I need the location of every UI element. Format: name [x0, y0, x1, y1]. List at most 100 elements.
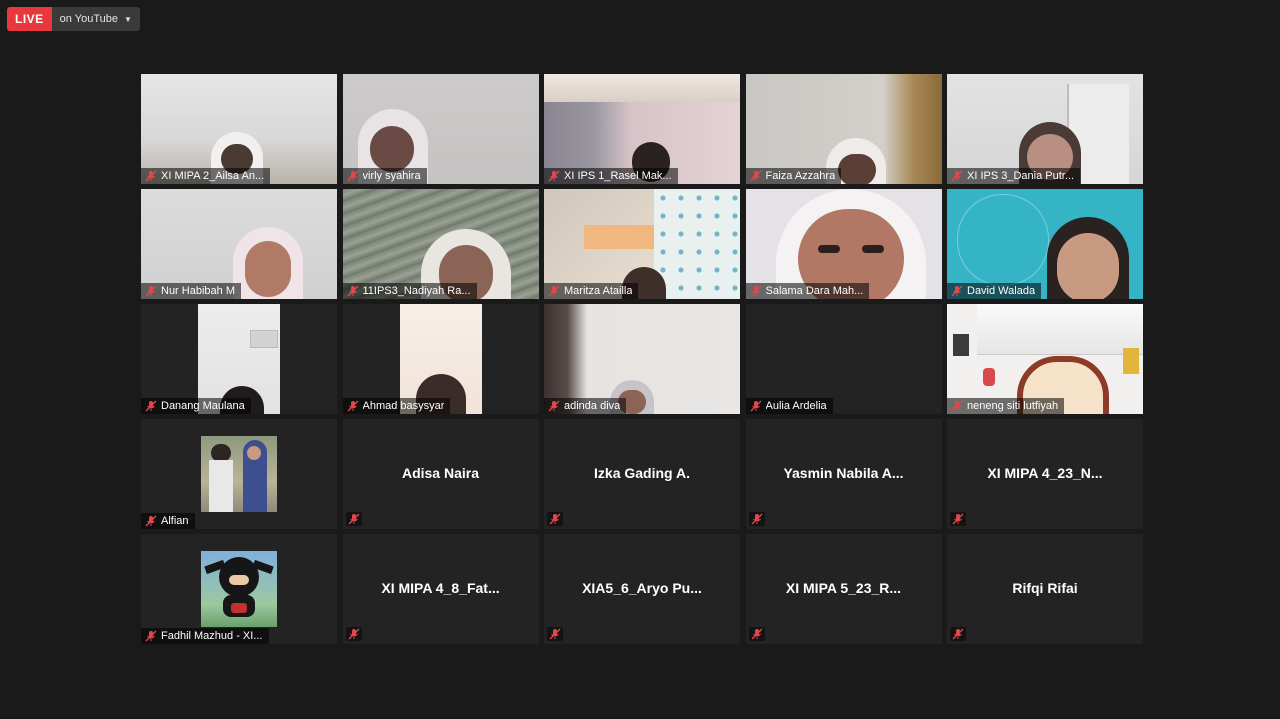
live-destination-dropdown[interactable]: on YouTube ▼ [51, 7, 140, 31]
participant-tile[interactable]: XI MIPA 5_23_R... [745, 534, 942, 644]
participant-name-tag: Fadhil Mazhud - XI... [141, 628, 269, 644]
live-badge: LIVE [7, 7, 52, 31]
participant-name-tag: Aulia Ardelia [745, 398, 833, 414]
participant-display-name: XI MIPA 4_8_Fat... [381, 580, 500, 596]
microphone-muted-icon [548, 400, 560, 412]
participant-name-tag: XI IPS 3_Dania Putr... [947, 168, 1081, 184]
participant-tile[interactable]: Rifqi Rifai [947, 534, 1143, 644]
profile-picture [201, 436, 277, 512]
microphone-muted-icon [750, 400, 762, 412]
microphone-muted-icon [347, 400, 359, 412]
participant-name: Nur Habibah M [161, 285, 235, 297]
participant-tile[interactable]: Yasmin Nabila A... [745, 419, 942, 529]
participant-name-tag: David Walada [947, 283, 1042, 299]
participant-tile[interactable]: Faiza Azzahra [745, 74, 942, 184]
participant-name-tag: Danang Maulana [141, 398, 251, 414]
participant-name: Ahmad basysyar [362, 400, 445, 412]
microphone-muted-icon [547, 512, 563, 526]
microphone-muted-icon [345, 512, 362, 526]
participant-tile[interactable]: Maritza Atailla [544, 189, 740, 299]
microphone-muted-icon [547, 627, 563, 641]
participant-display-name: Rifqi Rifai [1012, 580, 1078, 596]
microphone-muted-icon [950, 627, 966, 641]
microphone-muted-icon [951, 170, 963, 182]
microphone-muted-icon [145, 285, 157, 297]
participant-display-name: XIA5_6_Aryo Pu... [582, 580, 702, 596]
participant-name: XI IPS 3_Dania Putr... [967, 170, 1075, 182]
microphone-muted-icon [145, 630, 157, 642]
participant-display-name: Izka Gading A. [594, 465, 690, 481]
participant-tile[interactable]: Danang Maulana [141, 304, 337, 414]
participant-tile[interactable]: XI MIPA 4_8_Fat... [342, 534, 539, 644]
microphone-muted-icon [548, 170, 560, 182]
participant-tile[interactable]: David Walada [947, 189, 1143, 299]
microphone-muted-icon [145, 400, 157, 412]
participant-name: neneng siti lutfiyah [967, 400, 1059, 412]
participant-tile[interactable]: XI IPS 3_Dania Putr... [947, 74, 1143, 184]
participant-name-tag: neneng siti lutfiyah [947, 398, 1065, 414]
participant-name: 11IPS3_Nadiyah Ra... [362, 285, 471, 297]
participant-name: Alfian [161, 515, 189, 527]
microphone-muted-icon [748, 627, 765, 641]
participant-tile[interactable]: Aulia Ardelia [745, 304, 942, 414]
gallery-view-grid: XI MIPA 2_Ailsa An... virly syahira XI I… [141, 74, 1143, 644]
profile-picture [201, 551, 277, 627]
participant-name-tag: adinda diva [544, 398, 627, 414]
participant-name-tag: Maritza Atailla [544, 283, 639, 299]
participant-tile[interactable]: Adisa Naira [342, 419, 539, 529]
participant-tile[interactable]: Alfian [141, 419, 337, 529]
microphone-muted-icon [347, 285, 359, 297]
participant-tile[interactable]: XI MIPA 4_23_N... [947, 419, 1143, 529]
participant-display-name: Yasmin Nabila A... [783, 465, 904, 481]
participant-tile[interactable]: neneng siti lutfiyah [947, 304, 1143, 414]
participant-display-name: Adisa Naira [401, 465, 480, 481]
participant-name: Aulia Ardelia [765, 400, 827, 412]
microphone-muted-icon [951, 285, 963, 297]
participant-display-name: XI MIPA 5_23_R... [785, 580, 902, 596]
participant-tile[interactable]: Fadhil Mazhud - XI... [141, 534, 337, 644]
participant-name: XI MIPA 2_Ailsa An... [161, 170, 265, 182]
participant-tile[interactable]: virly syahira [342, 74, 539, 184]
participant-name: Maritza Atailla [564, 285, 633, 297]
participant-tile[interactable]: 11IPS3_Nadiyah Ra... [342, 189, 539, 299]
participant-name: adinda diva [564, 400, 621, 412]
participant-name-tag: Nur Habibah M [141, 283, 241, 299]
participant-name-tag: virly syahira [342, 168, 427, 184]
microphone-muted-icon [951, 400, 963, 412]
participant-name-tag: XI IPS 1_Rasel Mak... [544, 168, 678, 184]
participant-name-tag: Ahmad basysyar [342, 398, 451, 414]
participant-name-tag: XI MIPA 2_Ailsa An... [141, 168, 271, 184]
microphone-muted-icon [145, 170, 157, 182]
live-destination-label: on YouTube [59, 13, 118, 25]
participant-tile[interactable]: Nur Habibah M [141, 189, 337, 299]
participant-name-tag: 11IPS3_Nadiyah Ra... [342, 283, 477, 299]
participant-name: David Walada [967, 285, 1036, 297]
microphone-muted-icon [345, 627, 362, 641]
participant-name: virly syahira [362, 170, 421, 182]
participant-name-tag: Alfian [141, 513, 195, 529]
chevron-down-icon: ▼ [124, 14, 132, 24]
participant-tile[interactable]: XI IPS 1_Rasel Mak... [544, 74, 740, 184]
participant-display-name: XI MIPA 4_23_N... [987, 465, 1103, 481]
participant-name: Danang Maulana [161, 400, 245, 412]
microphone-muted-icon [950, 512, 966, 526]
participant-name: Salama Dara Mah... [765, 285, 864, 297]
participant-tile[interactable]: XI MIPA 2_Ailsa An... [141, 74, 337, 184]
participant-tile[interactable]: Salama Dara Mah... [745, 189, 942, 299]
microphone-muted-icon [347, 170, 359, 182]
participant-tile[interactable]: adinda diva [544, 304, 740, 414]
microphone-muted-icon [548, 285, 560, 297]
participant-name: XI IPS 1_Rasel Mak... [564, 170, 672, 182]
participant-name-tag: Faiza Azzahra [745, 168, 842, 184]
participant-tile[interactable]: Ahmad basysyar [342, 304, 539, 414]
microphone-muted-icon [750, 285, 762, 297]
live-stream-indicator[interactable]: LIVE on YouTube ▼ [7, 7, 140, 31]
participant-tile[interactable]: XIA5_6_Aryo Pu... [544, 534, 740, 644]
participant-name-tag: Salama Dara Mah... [745, 283, 870, 299]
microphone-muted-icon [145, 515, 157, 527]
microphone-muted-icon [748, 512, 765, 526]
microphone-muted-icon [750, 170, 762, 182]
participant-tile[interactable]: Izka Gading A. [544, 419, 740, 529]
participant-name: Faiza Azzahra [765, 170, 836, 182]
participant-name: Fadhil Mazhud - XI... [161, 630, 263, 642]
